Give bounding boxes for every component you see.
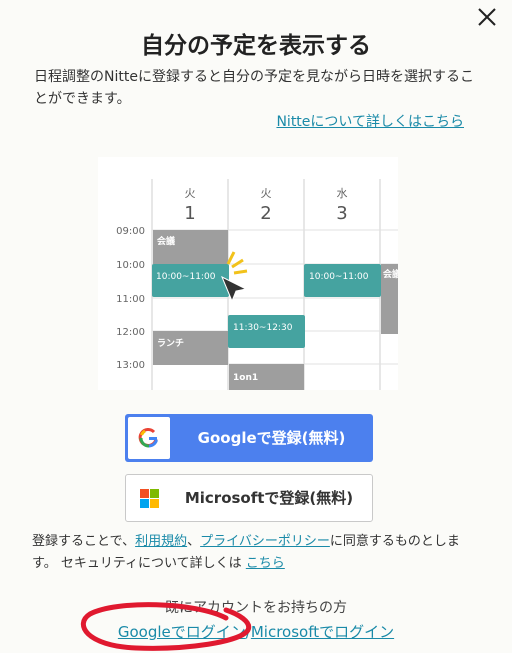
day-3-weekday: 水 [337, 187, 348, 200]
event-slot-label: 11:30~12:30 [233, 323, 293, 333]
dialog-description: 日程調整のNitteに登録すると自分の予定を見ながら日時を選択することができます… [34, 69, 474, 107]
day-1-date: 1 [184, 203, 195, 224]
close-button[interactable] [476, 6, 498, 28]
day-2-weekday: 火 [261, 187, 272, 200]
event-meeting [153, 230, 228, 264]
terms-separator: 、 [187, 534, 201, 549]
event-slot-label: 10:00~11:00 [309, 272, 369, 282]
terms-text: 登録することで、利用規約、プライバシーポリシーに同意するものとします。 セキュリ… [32, 531, 472, 575]
microsoft-icon [140, 489, 159, 508]
terms-prefix: 登録することで、 [32, 534, 136, 549]
already-have-account-text: 既にアカウントをお持ちの方 [165, 600, 347, 616]
login-links: Googleでログイン/Microsoftでログイン [0, 621, 512, 642]
time-label: 12:00 [116, 327, 145, 338]
google-register-button[interactable]: Googleで登録(無料) [125, 414, 373, 462]
dialog-title: 自分の予定を表示する [141, 33, 371, 59]
privacy-link[interactable]: プライバシーポリシー [200, 534, 330, 549]
event-1on1-label: 1on1 [233, 373, 258, 383]
nitte-detail-link[interactable]: Nitteについて詳しくはこちら [276, 111, 464, 131]
time-label: 13:00 [116, 360, 145, 371]
close-icon [478, 8, 496, 26]
google-icon-box [128, 417, 170, 459]
calendar-illustration: 火 1 火 2 水 3 09:00 10:00 11:00 12:00 13:0… [98, 157, 398, 390]
time-label: 09:00 [116, 226, 145, 237]
tos-link[interactable]: 利用規約 [135, 534, 187, 549]
microsoft-register-label: Microsoftで登録(無料) [184, 489, 354, 507]
event-slot-label: 10:00~11:00 [156, 272, 216, 282]
event-lunch-label: ランチ [157, 338, 184, 349]
google-icon [138, 427, 158, 448]
event-meeting-label: 会議 [157, 235, 175, 247]
microsoft-register-button[interactable]: Microsoftで登録(無料) [125, 474, 373, 522]
google-register-label: Googleで登録(無料) [197, 429, 346, 447]
time-label: 10:00 [116, 260, 145, 271]
event-meeting-label: 会議 [383, 268, 398, 280]
day-3-date: 3 [336, 203, 347, 224]
security-link[interactable]: こちら [246, 556, 285, 571]
day-2-date: 2 [260, 203, 271, 224]
time-label: 11:00 [116, 294, 145, 305]
click-sparkle-icon [226, 251, 248, 275]
day-1-weekday: 火 [185, 187, 196, 200]
google-login-link[interactable]: Googleでログイン [118, 623, 246, 641]
microsoft-login-link[interactable]: Microsoftでログイン [251, 623, 394, 641]
